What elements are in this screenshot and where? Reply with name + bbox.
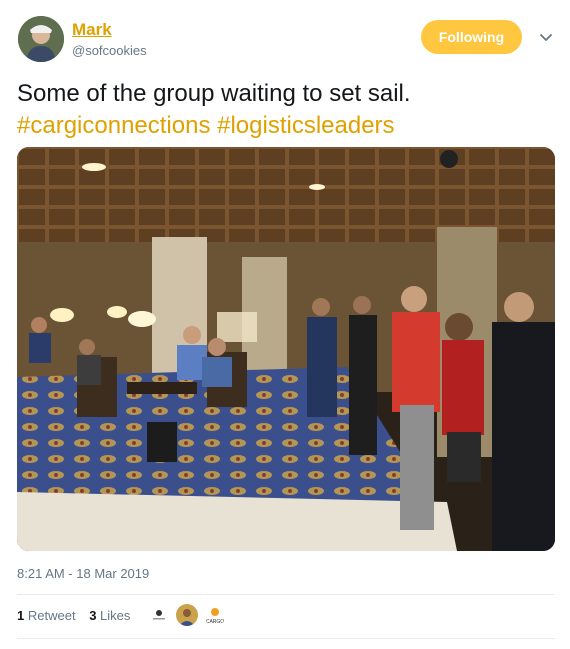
retweets-stat[interactable]: 1 Retweet — [17, 608, 79, 623]
hashtag-link[interactable]: #logisticsleaders — [217, 112, 394, 139]
logo-avatar-icon[interactable] — [148, 604, 170, 626]
author-name[interactable]: Mark — [72, 20, 112, 40]
tweet-header: Mark @sofcookies Following — [0, 0, 570, 70]
avatar-image — [18, 16, 64, 62]
person-avatar-icon[interactable] — [176, 604, 198, 626]
likes-stat[interactable]: 3 Likes — [89, 608, 130, 623]
hashtag-link[interactable]: #cargiconnections — [17, 112, 210, 139]
following-button[interactable]: Following — [421, 20, 522, 54]
cargo-logo-avatar-icon[interactable]: CARGO — [204, 604, 226, 626]
cargo-logo-text: CARGO — [206, 619, 224, 625]
chevron-down-icon[interactable] — [537, 28, 555, 46]
engagement-stats: 1 Retweet 3 Likes — [17, 608, 140, 623]
tweet-text: Some of the group waiting to set sail. #… — [17, 78, 557, 142]
author-handle[interactable]: @sofcookies — [72, 43, 147, 58]
retweets-label: Retweet — [27, 608, 76, 623]
likes-count: 3 — [89, 608, 97, 623]
author-avatar[interactable] — [18, 16, 64, 62]
likes-label: Likes — [100, 608, 131, 623]
tweet-timestamp[interactable]: 8:21 AM - 18 Mar 2019 — [17, 566, 149, 581]
liker-avatars: CARGO — [148, 604, 226, 626]
retweets-count: 1 — [17, 608, 25, 623]
tweet-photo[interactable] — [17, 147, 555, 551]
divider — [17, 594, 555, 595]
tweet-body: Some of the group waiting to set sail. — [17, 80, 411, 107]
photo-image — [17, 147, 555, 551]
divider — [17, 638, 555, 639]
